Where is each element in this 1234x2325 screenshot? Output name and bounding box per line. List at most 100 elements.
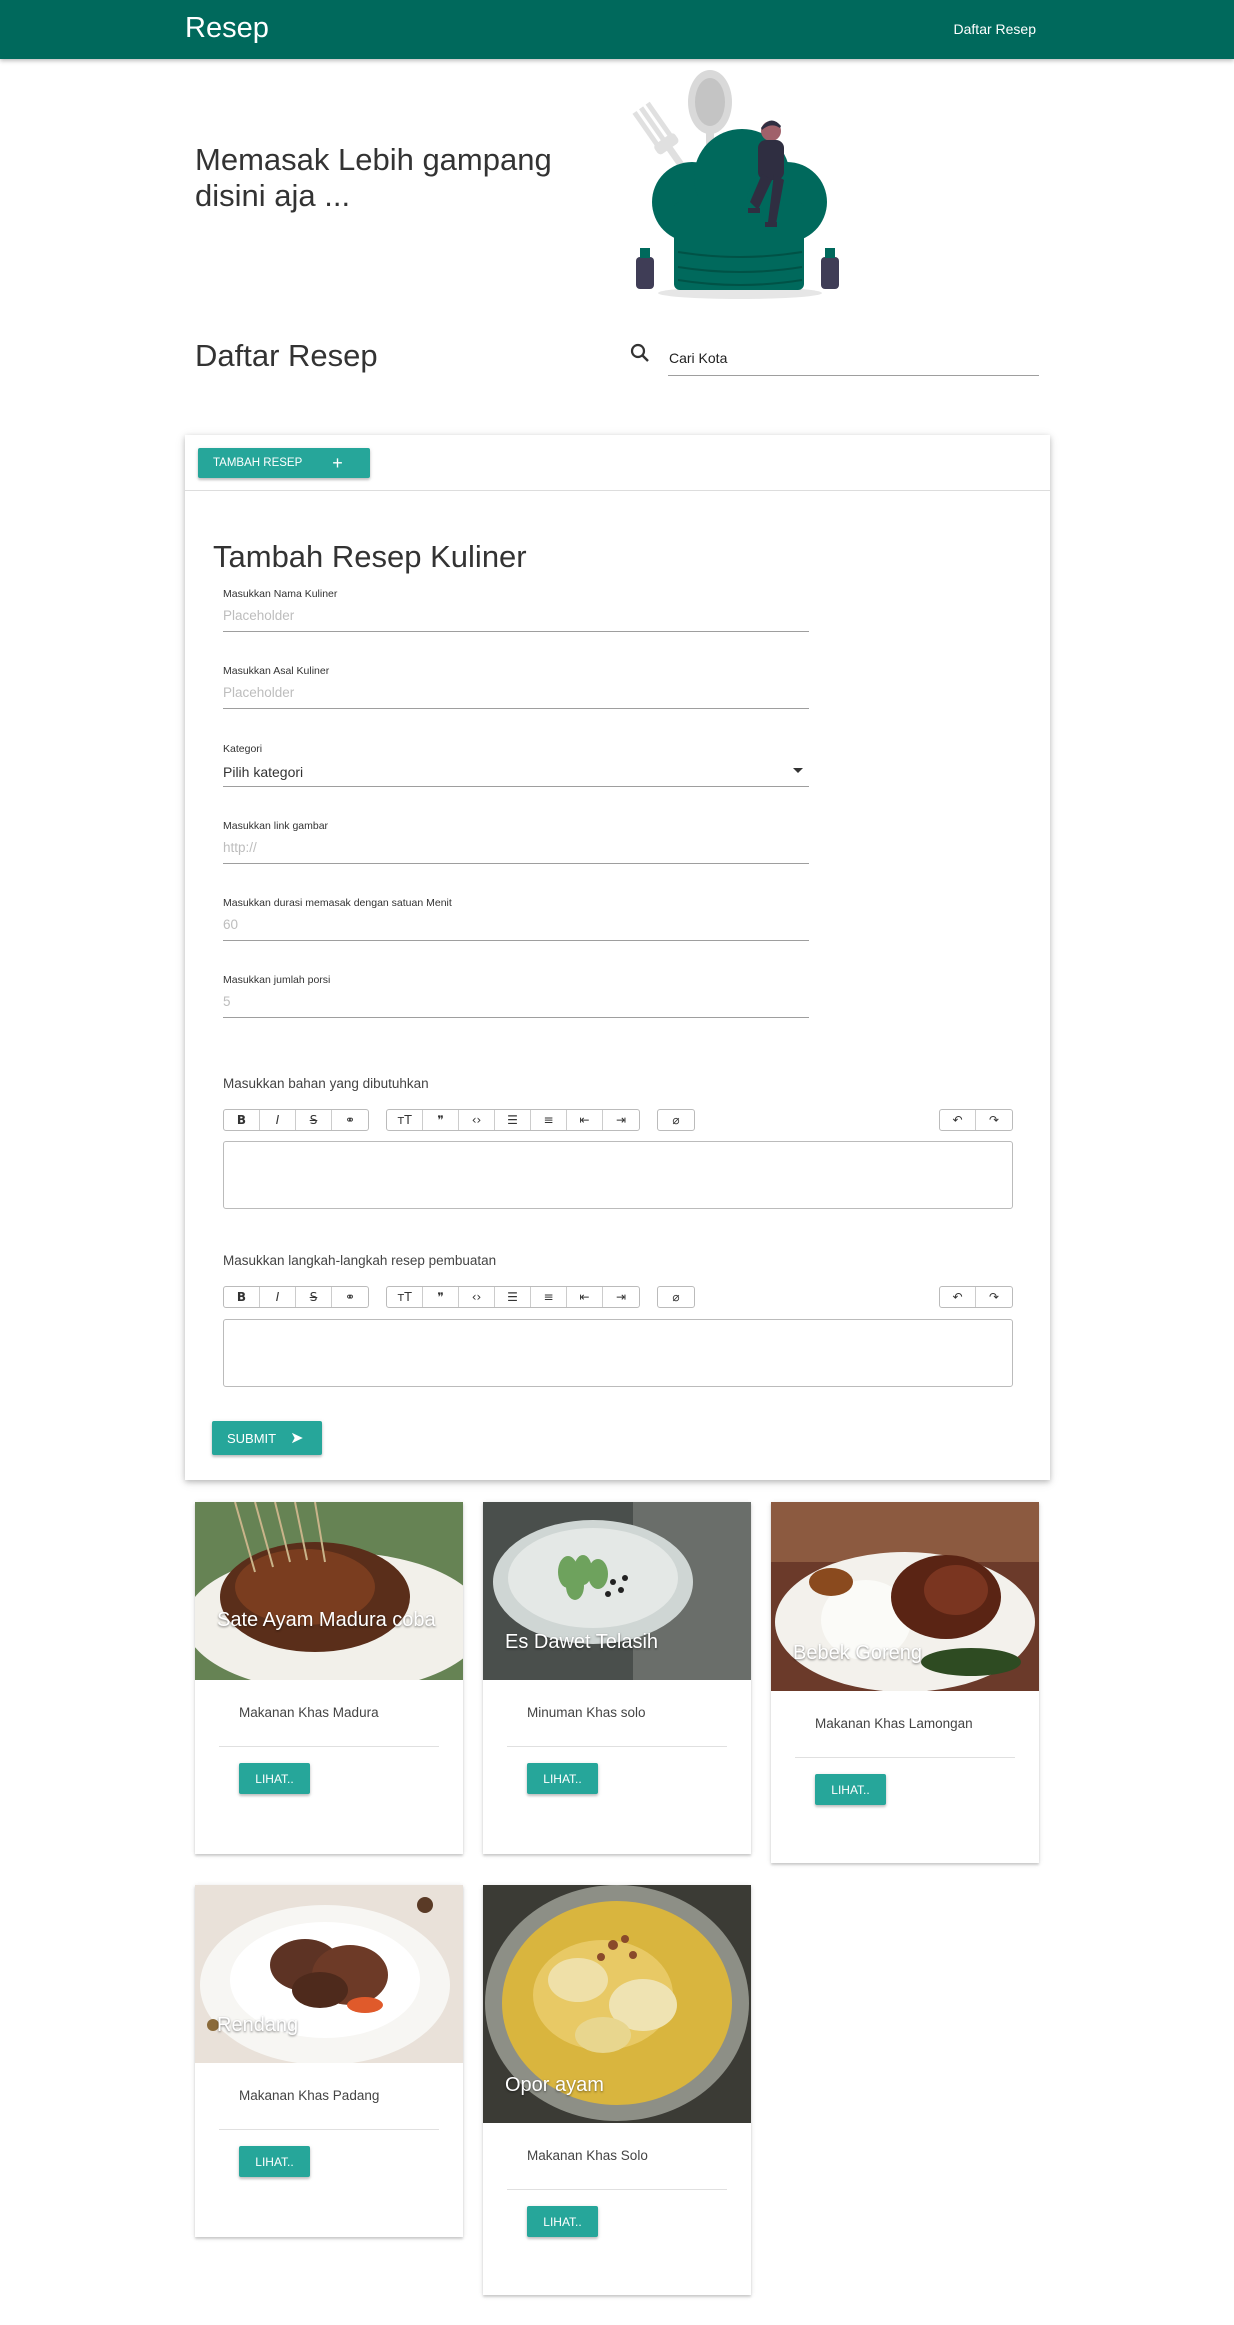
lihat-button[interactable]: LIHAT.. <box>527 2206 598 2237</box>
caret-down-icon <box>793 768 803 773</box>
field-asal-kuliner: Masukkan Asal Kuliner <box>223 665 809 709</box>
langkah-toolbar: B I S ⚭ ᴛT ❞ ‹› ☰ ≡ ⇤ ⇥ ⌀ ↶ ↷ <box>223 1286 1013 1310</box>
asal-kuliner-input[interactable] <box>223 677 809 709</box>
lihat-button[interactable]: LIHAT.. <box>239 2146 310 2177</box>
sate-image <box>195 1502 463 1680</box>
recipe-image: Sate Ayam Madura coba <box>195 1502 463 1680</box>
chef-hat-illustration <box>632 70 839 299</box>
strikethrough-icon[interactable]: S <box>296 1110 332 1130</box>
bold-icon[interactable]: B <box>224 1287 260 1307</box>
field-label: Masukkan jumlah porsi <box>223 974 331 986</box>
field-label: Masukkan durasi memasak dengan satuan Me… <box>223 897 452 909</box>
undo-icon[interactable]: ↶ <box>940 1287 976 1307</box>
lihat-button[interactable]: LIHAT.. <box>815 1774 886 1805</box>
bahan-toolbar: B I S ⚭ ᴛT ❞ ‹› ☰ ≡ ⇤ ⇥ ⌀ ↶ ↷ <box>223 1109 1013 1133</box>
recipe-title: Bebek Goreng <box>793 1642 922 1664</box>
divider <box>507 2189 727 2190</box>
search-icon <box>630 343 649 362</box>
field-link-gambar: Masukkan link gambar <box>223 820 809 864</box>
heading-icon[interactable]: ᴛT <box>387 1110 423 1130</box>
link-icon[interactable]: ⚭ <box>332 1110 368 1130</box>
recipe-image: Rendang <box>195 1885 463 2063</box>
hero-title: Memasak Lebih gampang disini aja ... <box>195 142 552 213</box>
indent-icon[interactable]: ⇥ <box>603 1287 639 1307</box>
indent-icon[interactable]: ⇥ <box>603 1110 639 1130</box>
number-list-icon[interactable]: ≡ <box>531 1110 567 1130</box>
langkah-editor[interactable] <box>223 1319 1013 1387</box>
heading-icon[interactable]: ᴛT <box>387 1287 423 1307</box>
recipe-image: Opor ayam <box>483 1885 751 2123</box>
italic-icon[interactable]: I <box>260 1110 296 1130</box>
add-recipe-button[interactable]: TAMBAH RESEP + <box>198 448 370 478</box>
recipe-image: Es Dawet Telasih <box>483 1502 751 1680</box>
bahan-editor[interactable] <box>223 1141 1013 1209</box>
attach-icon[interactable]: ⌀ <box>658 1287 694 1307</box>
redo-icon[interactable]: ↷ <box>976 1110 1012 1130</box>
lihat-button[interactable]: LIHAT.. <box>239 1763 310 1794</box>
field-nama-kuliner: Masukkan Nama Kuliner <box>223 588 809 632</box>
quote-icon[interactable]: ❞ <box>423 1110 459 1130</box>
recipe-desc: Makanan Khas Madura <box>239 1705 379 1720</box>
number-list-icon[interactable]: ≡ <box>531 1287 567 1307</box>
recipe-title: Sate Ayam Madura coba <box>217 1609 436 1631</box>
block-group: ᴛT ❞ ‹› ☰ ≡ ⇤ ⇥ <box>386 1109 640 1131</box>
durasi-input[interactable] <box>223 909 809 941</box>
field-label: Masukkan Asal Kuliner <box>223 665 330 677</box>
attach-group: ⌀ <box>657 1109 695 1131</box>
quote-icon[interactable]: ❞ <box>423 1287 459 1307</box>
nama-kuliner-input[interactable] <box>223 600 809 632</box>
attach-icon[interactable]: ⌀ <box>658 1110 694 1130</box>
link-icon[interactable]: ⚭ <box>332 1287 368 1307</box>
lihat-button[interactable]: LIHAT.. <box>527 1763 598 1794</box>
submit-button[interactable]: SUBMIT ➤ <box>212 1421 322 1455</box>
format-group: B I S ⚭ <box>223 1286 369 1308</box>
bahan-label: Masukkan bahan yang dibutuhkan <box>223 1076 429 1091</box>
strikethrough-icon[interactable]: S <box>296 1287 332 1307</box>
recipe-desc: Makanan Khas Lamongan <box>815 1716 973 1731</box>
recipe-card: Es Dawet Telasih Minuman Khas solo LIHAT… <box>483 1502 751 1854</box>
recipe-card: Sate Ayam Madura coba Makanan Khas Madur… <box>195 1502 463 1854</box>
bullet-list-icon[interactable]: ☰ <box>495 1110 531 1130</box>
submit-label: SUBMIT <box>227 1430 277 1446</box>
italic-icon[interactable]: I <box>260 1287 296 1307</box>
navbar: Resep Daftar Resep <box>0 0 1234 59</box>
divider <box>507 1746 727 1747</box>
divider <box>795 1757 1015 1758</box>
bullet-list-icon[interactable]: ☰ <box>495 1287 531 1307</box>
add-recipe-card: TAMBAH RESEP + Tambah Resep Kuliner Masu… <box>185 435 1050 1480</box>
recipe-card: Opor ayam Makanan Khas Solo LIHAT.. <box>483 1885 751 2295</box>
kategori-select[interactable]: Pilih kategori <box>223 755 809 787</box>
porsi-input[interactable] <box>223 986 809 1018</box>
link-gambar-input[interactable] <box>223 832 809 864</box>
divider <box>219 2129 439 2130</box>
brand-logo[interactable]: Resep <box>185 12 269 45</box>
history-group: ↶ ↷ <box>939 1286 1013 1308</box>
search-input[interactable] <box>668 340 1039 376</box>
divider <box>219 1746 439 1747</box>
recipe-title: Es Dawet Telasih <box>505 1631 659 1653</box>
recipe-desc: Minuman Khas solo <box>527 1705 646 1720</box>
field-kategori: Kategori Pilih kategori <box>223 743 809 787</box>
recipe-title: Opor ayam <box>505 2074 604 2096</box>
form-title: Tambah Resep Kuliner <box>213 539 527 574</box>
outdent-icon[interactable]: ⇤ <box>567 1110 603 1130</box>
recipe-title: Rendang <box>217 2014 299 2036</box>
recipe-desc: Makanan Khas Padang <box>239 2088 380 2103</box>
history-group: ↶ ↷ <box>939 1109 1013 1131</box>
recipe-image: Bebek Goreng <box>771 1502 1039 1691</box>
recipe-card: Bebek Goreng Makanan Khas Lamongan LIHAT… <box>771 1502 1039 1863</box>
nav-link-daftar-resep[interactable]: Daftar Resep <box>954 21 1036 37</box>
field-label: Masukkan link gambar <box>223 820 329 832</box>
code-icon[interactable]: ‹› <box>459 1287 495 1307</box>
add-recipe-label: TAMBAH RESEP <box>213 457 303 469</box>
card-header: TAMBAH RESEP + <box>185 435 1050 491</box>
undo-icon[interactable]: ↶ <box>940 1110 976 1130</box>
field-porsi: Masukkan jumlah porsi <box>223 974 809 1018</box>
kategori-value: Pilih kategori <box>223 764 304 780</box>
bold-icon[interactable]: B <box>224 1110 260 1130</box>
outdent-icon[interactable]: ⇤ <box>567 1287 603 1307</box>
field-label: Kategori <box>223 743 263 755</box>
code-icon[interactable]: ‹› <box>459 1110 495 1130</box>
redo-icon[interactable]: ↷ <box>976 1287 1012 1307</box>
attach-group: ⌀ <box>657 1286 695 1308</box>
